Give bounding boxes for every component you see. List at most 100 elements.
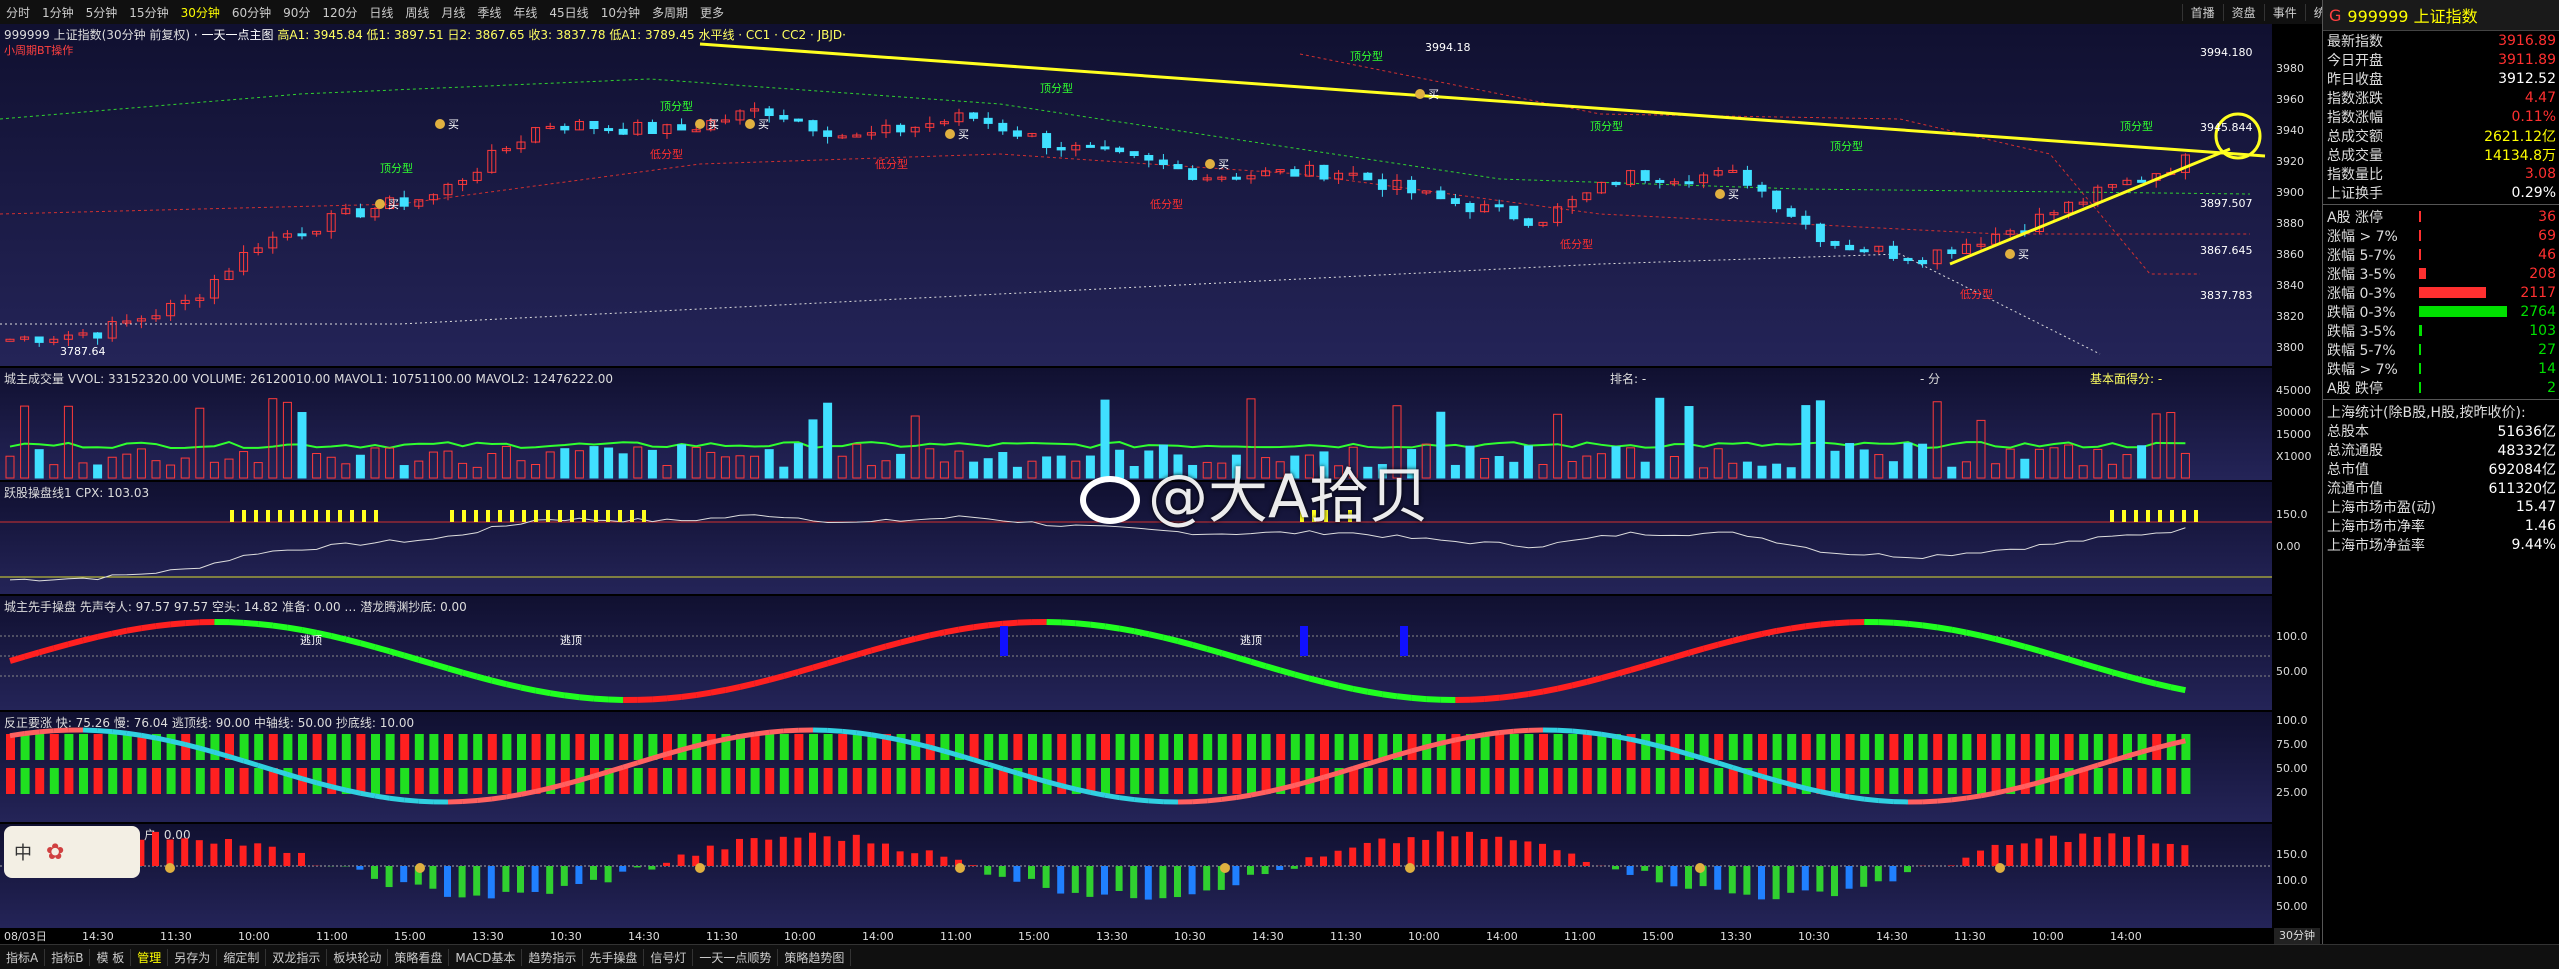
period-tab[interactable]: 30分钟 — [175, 4, 226, 21]
indicator-tab[interactable]: 策略趋势图 — [778, 949, 851, 966]
volume-bar — [79, 463, 87, 478]
volume-bar — [210, 462, 218, 478]
momentum-bar — [517, 866, 524, 893]
volume-bar — [50, 465, 58, 478]
cpx-signal-bar — [254, 510, 258, 522]
indicator-tab[interactable]: 指标A — [0, 949, 45, 966]
indicator-tab[interactable]: 信号灯 — [644, 949, 693, 966]
indicator-tab[interactable]: 板块轮动 — [327, 949, 388, 966]
period-tab[interactable]: 5分钟 — [80, 4, 124, 21]
indicator-tab[interactable]: 一天一点顺势 — [693, 949, 778, 966]
period-tab[interactable]: 15分钟 — [123, 4, 174, 21]
cpx-signal-bar — [314, 510, 318, 522]
period-tab[interactable]: 季线 — [471, 4, 507, 21]
volume-bar — [1597, 454, 1605, 478]
time-tick: 15:00 — [1642, 930, 1674, 943]
xianshou-panel[interactable]: 城主先手操盘 先声夺人: 97.57 97.57 空头: 14.82 准备: 0… — [0, 596, 2272, 710]
state-block-top — [356, 734, 365, 760]
state-block-top — [1816, 734, 1825, 760]
indicator-tab[interactable]: 双龙指示 — [266, 949, 327, 966]
period-tab[interactable]: 90分 — [277, 4, 316, 21]
volume-bar — [254, 463, 262, 478]
toolbar-button[interactable]: 事件 — [2264, 4, 2305, 21]
main-chart-panel[interactable]: 999999 上证指数(30分钟 前复权) · 一天一点主图 高A1: 3945… — [0, 24, 2272, 366]
xianshou-tick: 100.0 — [2276, 630, 2308, 643]
indicator-tab[interactable]: 先手操盘 — [583, 949, 644, 966]
fanzheng-chart — [0, 712, 2272, 822]
state-block-top — [824, 734, 833, 760]
period-badge[interactable]: 30分钟 — [2274, 928, 2320, 944]
period-tab[interactable]: 45日线 — [543, 4, 594, 21]
period-tab[interactable]: 10分钟 — [595, 4, 646, 21]
state-block-bottom — [882, 768, 891, 794]
cpx-signal-bar — [2122, 510, 2126, 522]
breadth-bar — [2419, 268, 2426, 279]
volume-bar — [108, 457, 116, 478]
state-block-top — [1714, 734, 1723, 760]
time-tick: 14:30 — [1876, 930, 1908, 943]
momentum-bar — [765, 840, 772, 866]
state-block-top — [780, 734, 789, 760]
speed-segment — [1470, 735, 1485, 737]
cpx-signal-bar — [558, 510, 562, 522]
trend-segment — [1981, 636, 1996, 639]
stat-row: 上海市场市净率1.46 — [2323, 516, 2559, 535]
period-tab[interactable]: 年线 — [507, 4, 543, 21]
period-tab[interactable]: 周线 — [399, 4, 435, 21]
time-tick: 10:00 — [2032, 930, 2064, 943]
period-tab[interactable]: 多周期 — [646, 4, 694, 21]
period-tab[interactable]: 日线 — [363, 4, 399, 21]
momentum-bar — [488, 866, 495, 898]
flower-icon: ✿ — [46, 840, 64, 865]
state-block-top — [240, 734, 249, 760]
trend-segment — [1149, 634, 1164, 637]
state-block-top — [1758, 734, 1767, 760]
escape-top-label: 逃顶 — [300, 634, 322, 647]
volume-bar — [1043, 457, 1051, 478]
state-block-bottom — [1583, 768, 1592, 794]
momentum-bar — [2065, 842, 2072, 866]
period-tab[interactable]: 月线 — [435, 4, 471, 21]
speed-segment — [54, 730, 69, 731]
ascending-trendline — [1950, 149, 2230, 264]
signal-block — [1300, 626, 1308, 656]
fanzheng-tick: 50.00 — [2276, 762, 2308, 775]
volume-bar — [240, 452, 248, 478]
candlestick-chart[interactable]: 3994.183787.643994.1803945.8443897.50738… — [0, 24, 2272, 366]
period-tab[interactable]: 120分 — [316, 4, 363, 21]
indicator-tab[interactable]: 管理 — [131, 949, 168, 966]
state-block-top — [532, 734, 541, 760]
fanzheng-panel[interactable]: 反正要涨 快: 75.26 慢: 76.04 逃顶线: 90.00 中轴线: 5… — [0, 712, 2272, 822]
volume-bar — [1612, 447, 1620, 478]
indicator-tab[interactable]: 策略看盘 — [388, 949, 449, 966]
indicator-tab[interactable]: MACD基本 — [449, 949, 522, 966]
period-tab[interactable]: 60分钟 — [226, 4, 277, 21]
period-tab[interactable]: 1分钟 — [36, 4, 80, 21]
coin-icon — [415, 863, 425, 873]
volume-bar — [342, 464, 350, 478]
volume-bar — [955, 451, 963, 478]
speed-segment — [1090, 792, 1105, 795]
trend-segment — [1631, 666, 1646, 670]
candle-body — [400, 198, 408, 206]
volume-bar — [225, 459, 233, 478]
momentum-bar — [1904, 866, 1911, 872]
indicator-tab[interactable]: 指标B — [45, 949, 90, 966]
indicator-tab[interactable]: 趋势指示 — [522, 949, 583, 966]
indicator-tab[interactable]: 另存为 — [168, 949, 217, 966]
indicator-tab[interactable]: 缩定制 — [217, 949, 266, 966]
trend-segment — [10, 657, 25, 661]
cpx-signal-bar — [2134, 510, 2138, 522]
toolbar-button[interactable]: 资盘 — [2223, 4, 2264, 21]
momentum-bar — [254, 843, 261, 866]
state-block-bottom — [648, 768, 657, 794]
toolbar-button[interactable]: 首播 — [2182, 4, 2223, 21]
period-tab[interactable]: 分时 — [0, 4, 36, 21]
trend-segment — [550, 693, 565, 695]
cpx-signal-bar — [486, 510, 490, 522]
indicator-tab[interactable]: 模 板 — [90, 949, 131, 966]
period-tab[interactable]: 更多 — [694, 4, 730, 21]
volume-bar — [707, 452, 715, 478]
state-block-bottom — [356, 768, 365, 794]
momentum-panel[interactable]: 户: 0.00 — [0, 824, 2272, 928]
